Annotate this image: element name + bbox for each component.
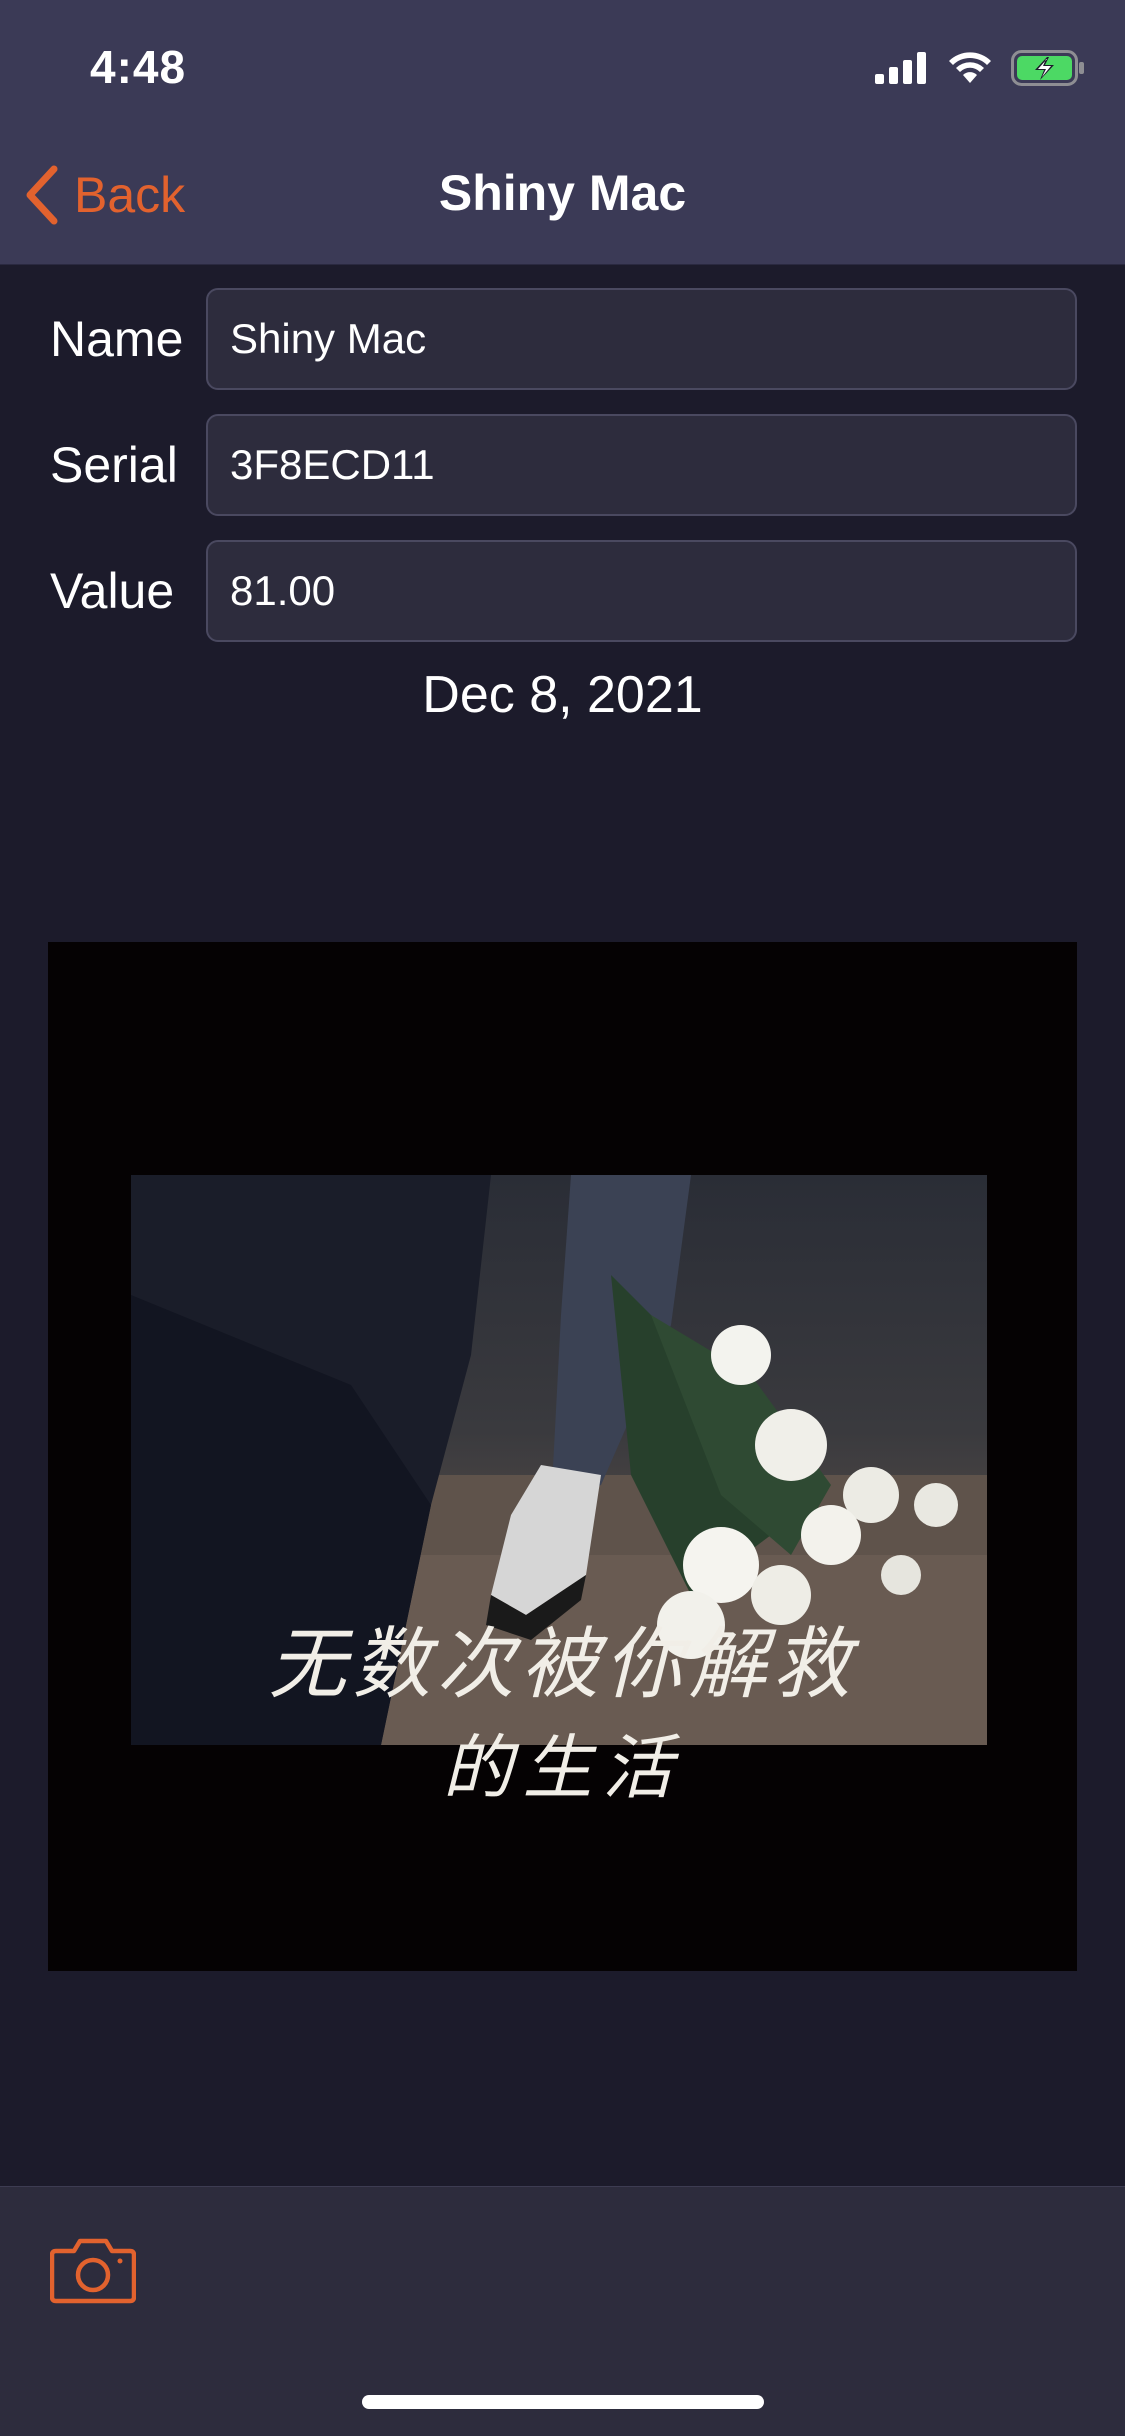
serial-field[interactable] [206, 414, 1077, 516]
navigation-bar: 4:48 Back Shiny Mac [0, 0, 1125, 265]
date-created-label: Dec 8, 2021 [422, 666, 703, 724]
battery-charging-icon [1011, 50, 1084, 86]
name-field[interactable] [206, 288, 1077, 390]
name-label: Name [50, 311, 184, 367]
wifi-icon [949, 52, 991, 83]
status-icons [875, 48, 1085, 88]
value-row: Value [0, 540, 1125, 642]
camera-icon [49, 2238, 137, 2304]
detail-screen: 4:48 Back Shiny Mac Name Shiny Mac Seria… [0, 0, 1125, 2436]
serial-row: Serial [0, 414, 1125, 516]
status-time: 4:48 [90, 41, 187, 93]
photo-caption-line2: 的生活 [442, 1727, 683, 1809]
serial-label: Serial [50, 437, 178, 493]
name-row: Name [0, 288, 1125, 390]
value-label: Value [50, 563, 175, 619]
page-title: Shiny Mac [438, 165, 687, 221]
item-image: 无数次被你解救 的生活 [48, 942, 1077, 1971]
camera-button[interactable] [49, 2235, 137, 2305]
home-indicator[interactable] [362, 2395, 764, 2409]
value-field[interactable] [206, 540, 1077, 642]
signal-icon [875, 52, 926, 84]
photo-caption-line1: 无数次被你解救 [268, 1620, 857, 1710]
